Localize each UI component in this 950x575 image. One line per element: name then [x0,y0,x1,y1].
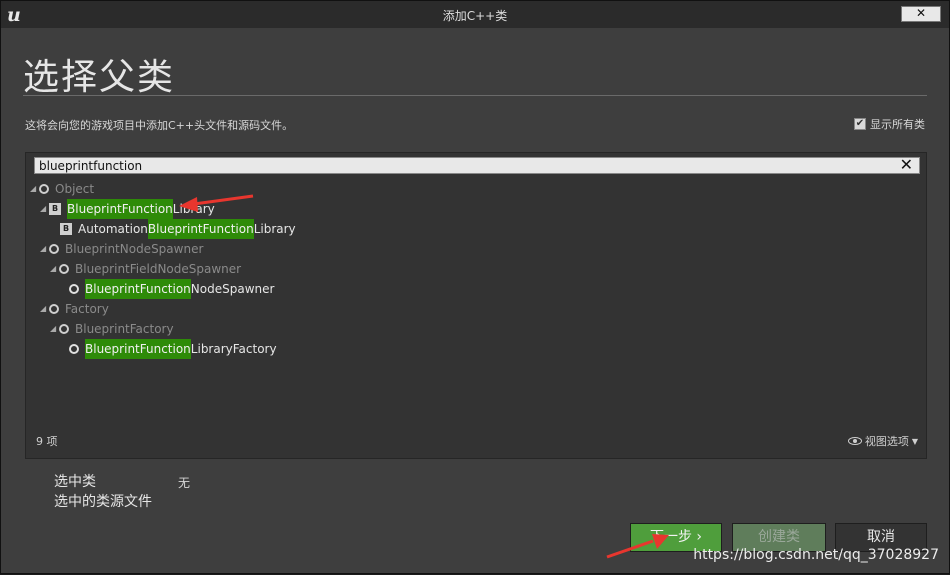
tree-row-blueprint-field-node-spawner[interactable]: ◢ BlueprintFieldNodeSpawner [50,259,241,279]
clear-search-icon[interactable]: ✕ [900,156,913,174]
window-title: 添加C++类 [442,9,508,23]
chevron-right-icon: › [696,529,703,545]
class-icon [59,324,69,334]
class-icon [69,284,79,294]
tree-row-label: BlueprintNodeSpawner [65,242,204,256]
match-highlight: BlueprintFunction [85,339,191,359]
expand-arrow-icon[interactable]: ◢ [50,319,58,339]
tree-row-blueprint-factory[interactable]: ◢ BlueprintFactory [50,319,174,339]
tree-row-factory[interactable]: ◢ Factory [40,299,109,319]
search-value: blueprintfunction [39,159,143,173]
selected-source-file-label: 选中的类源文件 [54,494,152,510]
eye-icon [847,437,862,445]
item-count: 9 项 [36,435,58,448]
chevron-down-icon: ▼ [911,436,918,446]
title-bar[interactable]: u 添加C++类 ✕ [1,1,949,28]
view-options-label: 视图选项 [864,435,909,448]
tree-row-object[interactable]: ◢ Object [30,179,94,199]
tree-row-blueprint-function-library-factory[interactable]: BlueprintFunction LibraryFactory [69,339,277,359]
expand-arrow-icon[interactable]: ◢ [40,199,48,219]
watermark-text: https://blog.csdn.net/qq_37028927 [693,547,939,563]
expand-arrow-icon[interactable]: ◢ [40,299,48,319]
class-icon [69,344,79,354]
tree-row-label-suffix: LibraryFactory [190,342,277,356]
show-all-classes-toggle[interactable]: ✔ 显示所有类 [854,116,925,132]
description-text: 这将会向您的游戏项目中添加C++头文件和源码文件。 [25,119,294,132]
tree-row-blueprint-node-spawner[interactable]: ◢ BlueprintNodeSpawner [40,239,203,259]
class-icon [59,264,69,274]
tree-row-blueprint-function-node-spawner[interactable]: BlueprintFunction NodeSpawner [69,279,274,299]
add-cpp-class-dialog: u 添加C++类 ✕ 选择父类 这将会向您的游戏项目中添加C++头文件和源码文件… [0,0,950,574]
page-title: 选择父类 [23,57,176,98]
tree-row-label: BlueprintFieldNodeSpawner [75,262,242,276]
tree-row-label: BlueprintFactory [75,322,174,336]
class-picker-panel: blueprintfunction ✕ ◢ Object ◢ B Bluepri… [25,152,927,459]
expand-arrow-icon[interactable]: ◢ [30,179,38,199]
blueprint-icon: B [60,223,72,235]
show-all-checkbox[interactable]: ✔ [854,118,866,130]
next-button-label: 下一步 [649,529,692,545]
show-all-label: 显示所有类 [870,118,925,131]
tree-row-label-suffix: Library [253,222,296,236]
tree-row-automation-bfl[interactable]: B Automation BlueprintFunction Library [60,219,296,239]
class-icon [49,244,59,254]
close-button[interactable]: ✕ [901,6,941,22]
tree-row-label: Object [55,182,95,196]
blueprint-icon: B [49,203,61,215]
class-icon [49,304,59,314]
tree-row-blueprint-function-library[interactable]: ◢ B BlueprintFunction Library [40,199,215,219]
divider [23,95,927,96]
tree-row-label: Factory [65,302,109,316]
expand-arrow-icon[interactable]: ◢ [40,239,48,259]
tree-row-label-suffix: NodeSpawner [190,282,275,296]
selected-class-value: 无 [178,476,191,490]
selected-class-label: 选中类 [54,474,96,490]
class-icon [39,184,49,194]
expand-arrow-icon[interactable]: ◢ [50,259,58,279]
match-highlight: BlueprintFunction [85,279,191,299]
tree-row-label-suffix: Library [172,202,215,216]
match-highlight: BlueprintFunction [67,199,173,219]
match-highlight: BlueprintFunction [147,219,254,239]
tree-row-label-prefix: Automation [78,222,148,236]
search-input[interactable]: blueprintfunction ✕ [34,156,920,174]
view-options-button[interactable]: 视图选项 ▼ [847,433,918,449]
